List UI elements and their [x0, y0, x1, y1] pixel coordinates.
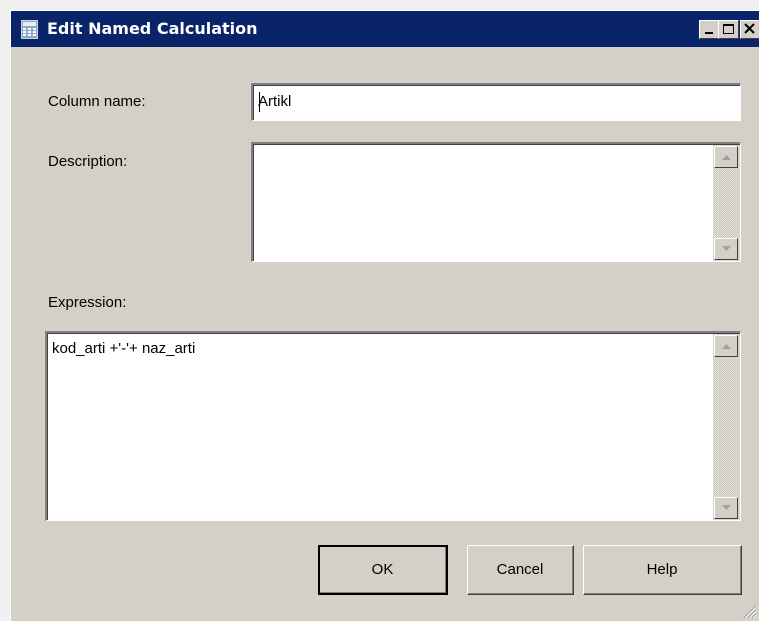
calculator-icon: [21, 20, 38, 39]
close-button[interactable]: [740, 20, 759, 39]
resize-grip-icon[interactable]: [741, 603, 757, 619]
cancel-button[interactable]: Cancel: [467, 545, 574, 595]
arrow-up-icon: [722, 155, 731, 160]
description-label: Description:: [48, 153, 128, 170]
minimize-icon: [705, 32, 713, 34]
edit-named-calculation-dialog: Edit Named Calculation Column name: Arti…: [10, 10, 759, 621]
help-button-label: Help: [646, 561, 678, 578]
column-name-value: Artikl: [258, 93, 292, 110]
scroll-down-button[interactable]: [714, 497, 738, 519]
arrow-down-icon: [722, 505, 731, 510]
help-button[interactable]: Help: [583, 545, 742, 595]
column-name-label: Column name:: [48, 93, 146, 110]
ok-button[interactable]: OK: [318, 545, 448, 595]
expression-label: Expression:: [48, 294, 127, 311]
scroll-up-button[interactable]: [714, 335, 738, 357]
scroll-down-button[interactable]: [714, 238, 738, 260]
minimize-button[interactable]: [699, 20, 720, 39]
expression-scrollbar[interactable]: [713, 334, 740, 520]
cancel-button-label: Cancel: [496, 561, 544, 578]
maximize-icon: [723, 24, 734, 34]
description-textarea[interactable]: [251, 142, 741, 262]
maximize-button[interactable]: [718, 20, 739, 39]
expression-textarea[interactable]: kod_arti +'-'+ naz_arti: [45, 331, 741, 521]
description-scrollbar[interactable]: [713, 145, 740, 261]
window-title: Edit Named Calculation: [47, 19, 258, 38]
title-bar[interactable]: Edit Named Calculation: [11, 11, 759, 47]
close-icon: [744, 23, 755, 34]
column-name-input[interactable]: Artikl: [251, 83, 741, 121]
text-cursor: [259, 92, 260, 112]
scroll-up-button[interactable]: [714, 146, 738, 168]
arrow-up-icon: [722, 344, 731, 349]
arrow-down-icon: [722, 246, 731, 251]
expression-value: kod_arti +'-'+ naz_arti: [52, 340, 196, 357]
ok-button-label: OK: [371, 561, 394, 578]
